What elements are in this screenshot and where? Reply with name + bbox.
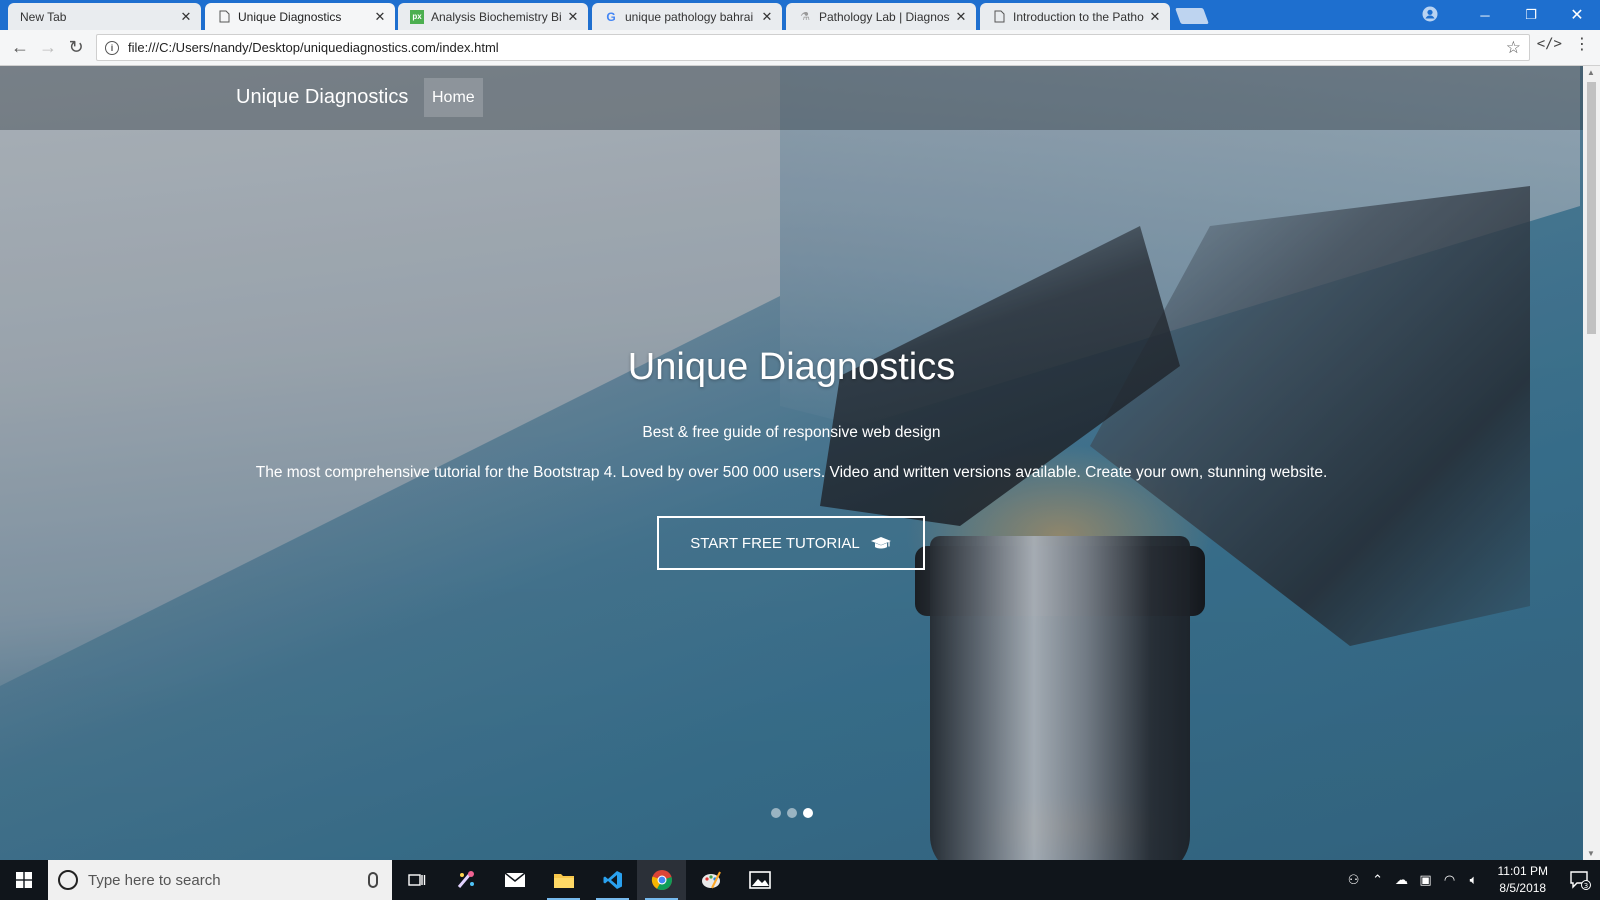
close-icon[interactable]: ✕	[954, 9, 968, 24]
forward-arrow-icon[interactable]: →	[34, 34, 62, 62]
task-view-icon[interactable]	[392, 860, 441, 900]
people-icon[interactable]: ⚇	[1342, 872, 1366, 888]
px-favicon-icon: px	[410, 9, 424, 24]
windows-taskbar: Type here to search ⚇ ⌃ ☁ ▣ ◠ 🔈︎ 11:01 P…	[0, 860, 1600, 900]
tab-title: Introduction to the Patho	[1013, 9, 1144, 24]
close-icon[interactable]: ✕	[373, 9, 387, 24]
hero-subtitle: Best & free guide of responsive web desi…	[642, 424, 941, 441]
page-viewport: Unique Diagnostics Home Unique Diagnosti…	[0, 66, 1583, 860]
site-favicon-icon: ⚗	[800, 11, 810, 23]
hero-description: The most comprehensive tutorial for the …	[255, 464, 1328, 481]
cortana-icon	[58, 870, 78, 890]
page-icon	[992, 10, 1006, 24]
graduation-cap-icon	[870, 537, 891, 549]
nav-link-home[interactable]: Home	[424, 78, 483, 117]
notification-count: 3	[1584, 882, 1588, 890]
menu-icon[interactable]: ⋮	[1574, 34, 1590, 54]
wifi-icon[interactable]: ◠	[1438, 872, 1462, 888]
tab-title: Pathology Lab | Diagnost	[819, 9, 950, 24]
close-window-icon[interactable]: ✕	[1554, 0, 1600, 30]
taskbar-clock[interactable]: 11:01 PM 8/5/2018	[1498, 863, 1548, 897]
tab-introduction-pathology[interactable]: Introduction to the Patho ✕	[980, 3, 1170, 30]
minimize-icon[interactable]: ─	[1462, 0, 1508, 30]
start-free-tutorial-button[interactable]: START FREE TUTORIAL	[657, 516, 925, 570]
hero-button-label: START FREE TUTORIAL	[690, 534, 860, 552]
taskbar-search-placeholder: Type here to search	[88, 871, 221, 889]
close-icon[interactable]: ✕	[179, 9, 193, 24]
close-icon[interactable]: ✕	[566, 9, 580, 24]
page-scrollbar[interactable]: ▲ ▼	[1583, 66, 1600, 860]
new-tab-button[interactable]	[1175, 8, 1209, 24]
paint-3d-icon[interactable]	[686, 860, 735, 900]
hero-overlay	[0, 66, 1583, 860]
tab-google-search[interactable]: G unique pathology bahrai ✕	[592, 3, 782, 30]
taskbar-apps	[392, 860, 784, 900]
tab-title: Analysis Biochemistry Bio	[431, 9, 562, 24]
address-bar[interactable]: i file:///C:/Users/nandy/Desktop/uniqued…	[96, 34, 1530, 61]
scrollbar-thumb[interactable]	[1587, 82, 1596, 334]
clock-time: 11:01 PM	[1497, 864, 1548, 878]
vscode-icon[interactable]	[588, 860, 637, 900]
tab-title: Unique Diagnostics	[238, 9, 342, 24]
window-controls: ─ ❐ ✕	[1462, 0, 1600, 30]
clock-date: 8/5/2018	[1499, 881, 1547, 895]
site-navbar: Unique Diagnostics Home	[0, 66, 1583, 130]
browser-tab-strip: New Tab ✕ Unique Diagnostics ✕ px Analys…	[0, 0, 1600, 30]
google-icon: G	[606, 9, 616, 24]
carousel-dot-active[interactable]	[803, 808, 813, 818]
url-text: file:///C:/Users/nandy/Desktop/uniquedia…	[128, 40, 499, 55]
reload-icon[interactable]: ↻	[62, 34, 90, 62]
bookmark-star-icon[interactable]: ☆	[1506, 38, 1521, 58]
microphone-icon[interactable]	[368, 872, 378, 888]
close-icon[interactable]: ✕	[1148, 9, 1162, 24]
tab-pathology-lab[interactable]: ⚗ Pathology Lab | Diagnost ✕	[786, 3, 976, 30]
chrome-icon[interactable]	[637, 860, 686, 900]
tab-title: New Tab	[20, 9, 67, 24]
volume-icon[interactable]: 🔈︎	[1462, 872, 1486, 888]
action-center-icon[interactable]: 3	[1560, 860, 1600, 900]
carousel-dot[interactable]	[787, 808, 797, 818]
browser-toolbar: ← → ↻ i file:///C:/Users/nandy/Desktop/u…	[0, 30, 1600, 66]
hero-title: Unique Diagnostics	[627, 346, 956, 388]
carousel-dot[interactable]	[771, 808, 781, 818]
code-extension-icon[interactable]: </>	[1537, 36, 1562, 52]
scroll-down-arrow-icon[interactable]: ▼	[1587, 849, 1595, 858]
scroll-up-arrow-icon[interactable]: ▲	[1587, 68, 1595, 77]
show-hidden-icons-chevron-icon[interactable]: ⌃	[1366, 872, 1390, 888]
taskbar-search-box[interactable]: Type here to search	[48, 860, 392, 900]
paint-app-icon[interactable]	[441, 860, 490, 900]
close-icon[interactable]: ✕	[760, 9, 774, 24]
onedrive-cloud-icon[interactable]: ☁	[1390, 872, 1414, 888]
info-icon[interactable]: i	[105, 40, 119, 55]
back-arrow-icon[interactable]: ←	[6, 34, 34, 62]
system-tray: ⚇ ⌃ ☁ ▣ ◠ 🔈︎ 11:01 PM 8/5/2018 3	[1342, 860, 1600, 900]
tab-title: unique pathology bahrai	[625, 9, 754, 24]
file-explorer-icon[interactable]	[539, 860, 588, 900]
toolbar-right: </> ⋮	[1537, 34, 1590, 54]
page-icon	[217, 10, 231, 24]
tab-unique-diagnostics[interactable]: Unique Diagnostics ✕	[205, 3, 395, 30]
windows-start-icon[interactable]	[0, 860, 48, 900]
carousel-indicators	[771, 808, 813, 818]
profile-icon[interactable]	[1422, 6, 1438, 22]
site-brand[interactable]: Unique Diagnostics	[236, 86, 408, 109]
mail-icon[interactable]	[490, 860, 539, 900]
photos-icon[interactable]	[735, 860, 784, 900]
restore-icon[interactable]: ❐	[1508, 0, 1554, 30]
tab-new-tab[interactable]: New Tab ✕	[8, 3, 201, 30]
tab-analysis-biochemistry[interactable]: px Analysis Biochemistry Bio ✕	[398, 3, 588, 30]
security-icon[interactable]: ▣	[1414, 872, 1438, 888]
